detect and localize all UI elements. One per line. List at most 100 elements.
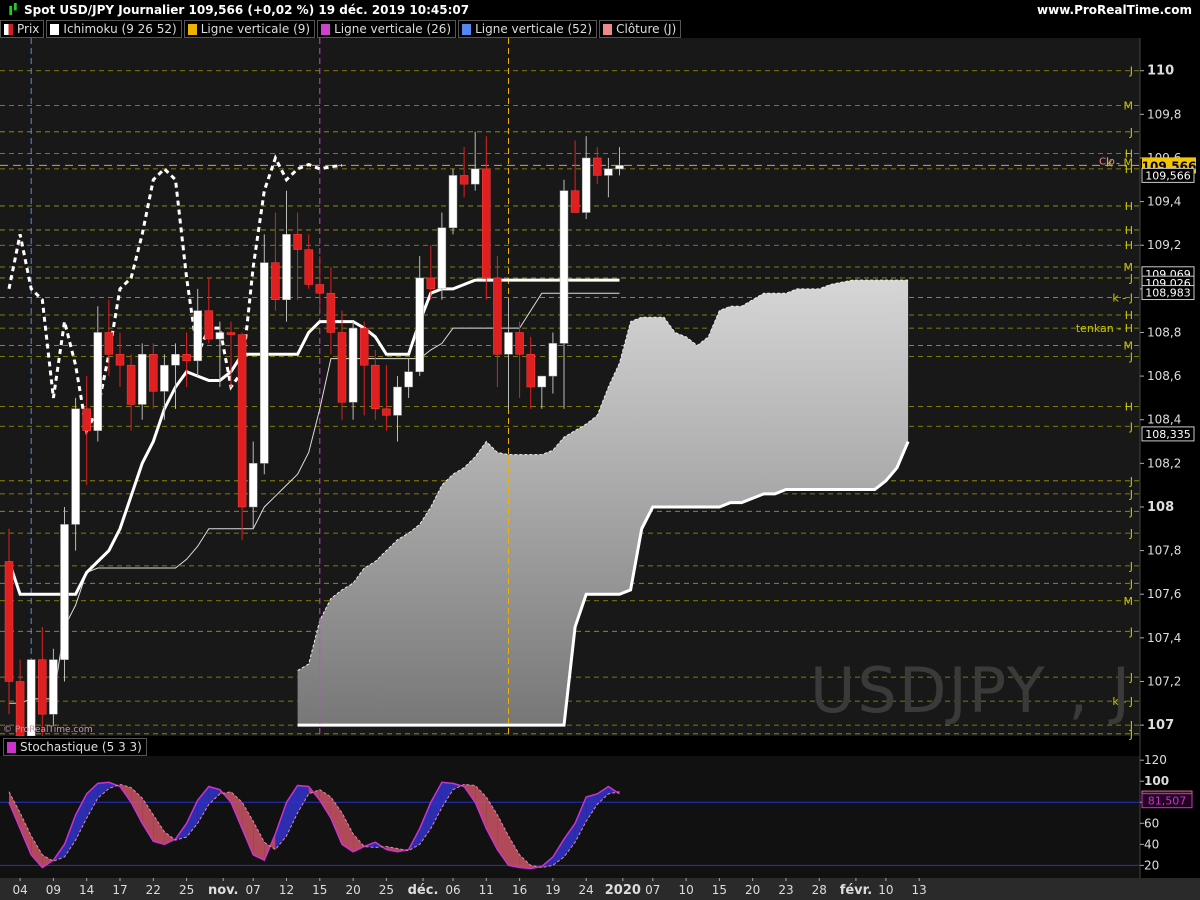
candle-body xyxy=(271,262,280,301)
candle-body xyxy=(337,332,347,403)
candle-body xyxy=(38,659,47,715)
y-tick-label: 109,2 xyxy=(1147,238,1181,252)
candle-body xyxy=(559,190,569,344)
candle-body xyxy=(548,343,558,377)
x-tick-label: 07 xyxy=(246,883,261,897)
stoch-tick-label: 40 xyxy=(1144,837,1159,851)
stoch-legend[interactable]: Stochastique (5 3 3) xyxy=(3,738,149,756)
x-tick-label: 09 xyxy=(46,883,61,897)
candle-body xyxy=(359,327,369,366)
candle-body xyxy=(526,354,535,388)
level-label: J xyxy=(1129,488,1133,501)
level-label: J xyxy=(1129,527,1133,540)
ichimoku-chart[interactable]: JMJHHHHHMJk - JHtenkan - HMJHJJJJJJJMJJk… xyxy=(0,0,1200,900)
candle-body xyxy=(382,408,391,416)
price-tag: 109,566 xyxy=(1145,169,1191,182)
x-tick-label: 14 xyxy=(79,883,94,897)
candle-body xyxy=(470,168,480,185)
y-tick-label: 108,4 xyxy=(1147,413,1181,427)
candle-body xyxy=(393,386,402,416)
candle-body xyxy=(515,332,524,355)
y-tick-label: 107,8 xyxy=(1147,544,1181,558)
candle-body xyxy=(237,334,247,508)
x-tick-label: 28 xyxy=(812,883,827,897)
y-tick-label: 107,6 xyxy=(1147,587,1181,601)
candle-body xyxy=(304,249,313,285)
x-tick-label: 25 xyxy=(379,883,394,897)
y-tick-label: 107,2 xyxy=(1147,674,1181,688)
y-tick-label: 109,4 xyxy=(1147,195,1181,209)
candle-body xyxy=(404,371,413,388)
x-tick-label: 15 xyxy=(712,883,727,897)
stoch-tick-label: 20 xyxy=(1144,858,1159,872)
candle-body xyxy=(504,332,513,355)
candle-body xyxy=(248,463,258,508)
candle-body xyxy=(49,659,58,715)
candle-body xyxy=(581,157,591,213)
x-tick-label: 19 xyxy=(545,883,560,897)
level-label: J xyxy=(1129,625,1133,638)
x-tick-label: 25 xyxy=(179,883,194,897)
candle-body xyxy=(293,234,302,250)
candle-body xyxy=(537,375,547,388)
level-label: M xyxy=(1124,595,1134,608)
candle-body xyxy=(226,332,236,335)
y-tick-label: 108 xyxy=(1147,500,1174,515)
level-label: J xyxy=(1129,272,1133,285)
x-tick-label: févr. xyxy=(840,883,872,898)
candle-body xyxy=(160,364,169,392)
candle-body xyxy=(182,354,191,362)
y-tick-label: 108,6 xyxy=(1147,369,1181,383)
x-tick-label: 22 xyxy=(146,883,161,897)
candle-body xyxy=(82,408,91,431)
stoch-tick-label: 60 xyxy=(1144,816,1159,830)
candle-body xyxy=(348,327,358,403)
stoch-tick-label: 100 xyxy=(1144,774,1169,788)
level-label: J xyxy=(1129,560,1133,573)
candle-body xyxy=(570,190,580,213)
candle-body xyxy=(493,277,502,355)
level-label: k - J xyxy=(1112,292,1133,305)
x-tick-label: 20 xyxy=(745,883,760,897)
level-label: J xyxy=(1129,350,1133,363)
candle-body xyxy=(93,332,103,431)
level-label: H xyxy=(1125,239,1133,252)
y-tick-label: 107 xyxy=(1147,718,1174,733)
candle-body xyxy=(437,227,447,290)
x-tick-label: nov. xyxy=(208,883,239,898)
level-label: J xyxy=(1129,126,1133,139)
x-tick-label: 24 xyxy=(579,883,594,897)
candle-body xyxy=(260,262,269,464)
candle-body xyxy=(4,561,14,682)
level-label: H xyxy=(1125,401,1133,414)
stoch-tick-label: 120 xyxy=(1144,753,1167,767)
level-label: J xyxy=(1129,420,1133,433)
y-tick-label: 109,8 xyxy=(1147,107,1181,121)
candle-body xyxy=(371,364,380,410)
x-tick-label: 2020 xyxy=(605,883,641,898)
level-label: J xyxy=(1129,505,1133,518)
legend-item-stochastique[interactable]: Stochastique (5 3 3) xyxy=(3,738,147,756)
copyright: © ProRealTime.com xyxy=(3,725,93,735)
x-tick-label: 10 xyxy=(678,883,693,897)
level-label: J xyxy=(1129,475,1133,488)
level-label: H xyxy=(1125,200,1133,213)
candle-body xyxy=(615,165,624,170)
y-tick-label: 107,4 xyxy=(1147,631,1181,645)
candle-body xyxy=(315,284,325,294)
watermark-group: USDJPY , J xyxy=(810,654,1130,727)
x-tick-label: 15 xyxy=(312,883,327,897)
x-tick-label: 23 xyxy=(778,883,793,897)
y-tick-label: 108,8 xyxy=(1147,325,1181,339)
candle-body xyxy=(448,175,458,229)
candle-body xyxy=(171,354,180,366)
x-tick-label: 04 xyxy=(12,883,27,897)
candle-body xyxy=(204,310,214,340)
price-tag: 108,335 xyxy=(1145,428,1191,441)
candle-body xyxy=(593,157,602,176)
candle-body xyxy=(604,168,613,176)
y-tick-label: 110 xyxy=(1147,64,1174,79)
x-tick-label: 06 xyxy=(445,883,460,897)
candle-body xyxy=(104,332,114,355)
x-tick-label: 17 xyxy=(112,883,127,897)
